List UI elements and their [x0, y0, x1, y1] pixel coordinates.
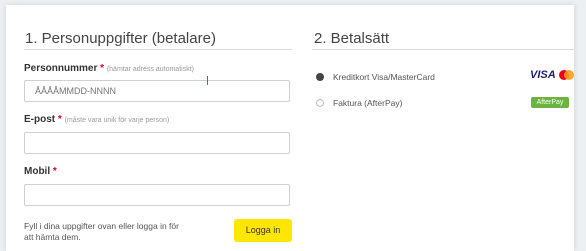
mobile-label-text: Mobil — [24, 166, 51, 177]
email-label-text: E-post — [24, 114, 56, 125]
personnummer-label: Personnummer * (hämtar adress automatisk… — [24, 63, 194, 74]
personal-info-divider — [24, 49, 292, 50]
invoice-radio[interactable] — [316, 99, 324, 107]
mastercard-orange-circle — [564, 70, 574, 80]
email-input[interactable] — [24, 132, 290, 154]
invoice-option-label[interactable]: Faktura (AfterPay) — [333, 98, 402, 108]
required-marker: * — [57, 114, 62, 125]
text-cursor — [207, 76, 208, 85]
email-hint: (måste vara unik för varje person) — [64, 117, 170, 124]
login-button[interactable]: Logga in — [234, 219, 292, 242]
payment-method-title: 2. Betalsätt — [314, 30, 390, 47]
login-help-text: Fyll i dina uppgifter ovan eller logga i… — [24, 221, 179, 242]
personal-info-title: 1. Personuppgifter (betalare) — [25, 30, 216, 47]
personnummer-input[interactable] — [24, 80, 290, 102]
required-marker: * — [100, 63, 105, 74]
email-label: E-post * (måste vara unik för varje pers… — [24, 114, 169, 125]
mobile-input[interactable] — [24, 184, 290, 206]
credit-card-radio[interactable] — [316, 73, 324, 81]
personnummer-label-text: Personnummer — [24, 63, 98, 74]
credit-card-option-label[interactable]: Kreditkort Visa/MasterCard — [333, 72, 435, 82]
personnummer-hint: (hämtar adress automatiskt) — [106, 66, 194, 73]
payment-method-divider — [312, 49, 574, 50]
visa-logo: VISA — [530, 69, 556, 81]
mobile-label: Mobil * — [24, 166, 57, 177]
afterpay-logo: AfterPay — [531, 97, 569, 108]
required-marker: * — [52, 166, 57, 177]
